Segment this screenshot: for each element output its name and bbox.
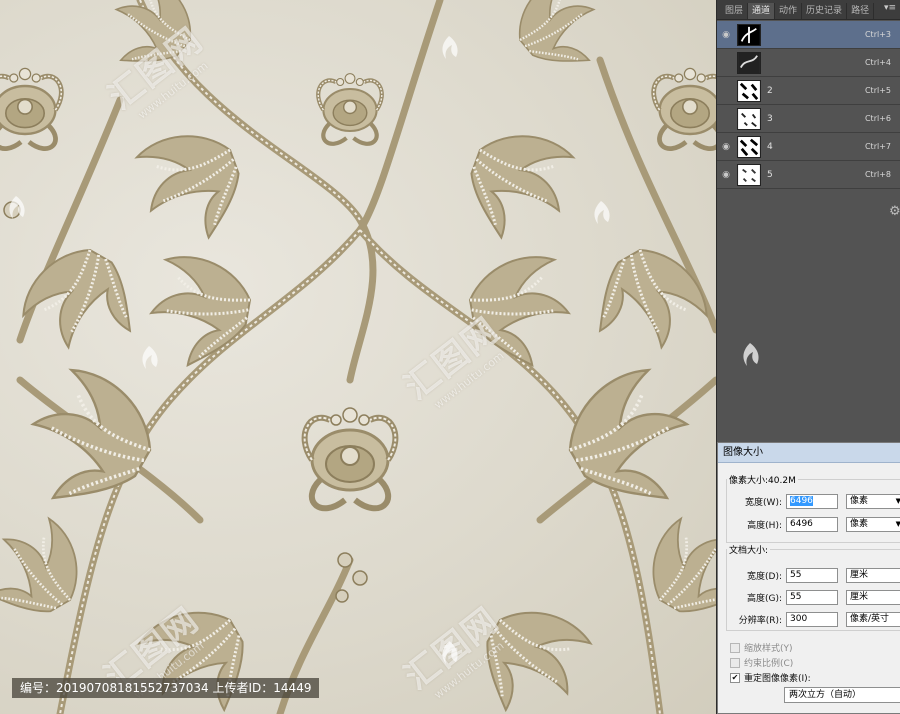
doc-width-row: 宽度(D): 55 厘米 xyxy=(726,567,900,583)
pixel-height-row: 高度(H): 6496 像素 ▼ xyxy=(726,516,900,532)
tab-actions[interactable]: 动作 xyxy=(775,3,803,19)
channel-row[interactable]: ◉ Ctrl+3 xyxy=(717,21,900,49)
doc-height-input[interactable]: 55 xyxy=(786,589,838,605)
channel-thumbnail xyxy=(737,79,761,102)
damask-pattern xyxy=(0,0,716,714)
channel-shortcut: Ctrl+7 xyxy=(864,142,891,151)
channel-shortcut: Ctrl+8 xyxy=(864,170,891,179)
doc-width-input[interactable]: 55 xyxy=(786,567,838,583)
channel-shortcut: Ctrl+4 xyxy=(864,58,891,67)
channel-row[interactable]: Ctrl+4 xyxy=(717,49,900,77)
constrain-proportions-checkbox[interactable]: 约束比例(C) xyxy=(730,656,793,669)
panel-tabs: 图层 通道 动作 历史记录 路径 ▾≡ xyxy=(717,0,900,20)
pixel-width-row: 宽度(W): 6496 像素 ▼ xyxy=(726,493,900,509)
channel-name: 5 xyxy=(767,169,773,180)
eye-icon[interactable]: ◉ xyxy=(717,170,735,180)
eye-icon[interactable]: ◉ xyxy=(717,30,735,40)
channel-thumbnail xyxy=(737,23,761,46)
channel-shortcut: Ctrl+3 xyxy=(864,30,891,39)
doc-height-row: 高度(G): 55 厘米 xyxy=(726,589,900,605)
resample-label: 重定图像像素(I): xyxy=(744,674,811,684)
pixel-height-unit-select[interactable]: 像素 ▼ xyxy=(846,516,900,532)
watermark-logo-icon xyxy=(594,201,610,224)
pixel-width-label: 宽度(W): xyxy=(745,497,782,508)
tab-paths[interactable]: 路径 xyxy=(847,3,875,19)
scale-styles-label: 缩放样式(Y) xyxy=(744,644,793,654)
resolution-input[interactable]: 300 xyxy=(786,611,838,627)
channel-thumbnail xyxy=(737,107,761,130)
panel-menu-icon[interactable]: ▾≡ xyxy=(884,3,896,13)
doc-width-unit-select[interactable]: 厘米 xyxy=(846,567,900,583)
pixel-width-unit-select[interactable]: 像素 ▼ xyxy=(846,493,900,509)
pixel-height-input[interactable]: 6496 xyxy=(786,516,838,532)
channel-shortcut: Ctrl+5 xyxy=(864,86,891,95)
channel-row[interactable]: ◉ 5 Ctrl+8 xyxy=(717,161,900,189)
channel-thumbnail xyxy=(737,135,761,158)
tab-channels[interactable]: 通道 xyxy=(748,3,776,19)
checkbox-box[interactable] xyxy=(730,657,740,668)
doc-width-label: 宽度(D): xyxy=(747,571,782,582)
pixel-dimensions-label: 像素大小:40.2M xyxy=(729,476,796,486)
image-canvas[interactable]: 汇图网 www.huitu.com 汇图网 www.huitu.com 汇图网 www… xyxy=(0,0,716,714)
pixel-height-label: 高度(H): xyxy=(747,520,782,531)
channel-row[interactable]: ◉ 4 Ctrl+7 xyxy=(717,133,900,161)
watermark-logo-icon xyxy=(442,36,458,59)
checkmark-icon[interactable]: ✔ xyxy=(730,672,740,683)
eye-icon[interactable]: ◉ xyxy=(717,142,735,152)
doc-height-label: 高度(G): xyxy=(746,593,782,604)
channel-row[interactable]: 3 Ctrl+6 xyxy=(717,105,900,133)
chevron-down-icon: ▼ xyxy=(895,496,900,505)
doc-height-unit-select[interactable]: 厘米 xyxy=(846,589,900,605)
tab-layers[interactable]: 图层 xyxy=(721,3,749,19)
image-caption: 编号：20190708181552737034 上传者ID：14449 xyxy=(12,678,320,698)
dialog-title: 图像大小 xyxy=(718,443,900,463)
settings-icon[interactable]: ⚙ xyxy=(889,204,900,219)
resolution-row: 分辨率(R): 300 像素/英寸 xyxy=(726,611,900,627)
watermark-logo-icon xyxy=(442,641,458,664)
checkbox-box[interactable] xyxy=(730,642,740,653)
constrain-proportions-label: 约束比例(C) xyxy=(744,659,794,669)
image-size-dialog: 图像大小 像素大小:40.2M 宽度(W): 6496 像素 ▼ 高度(H): 6… xyxy=(717,442,900,714)
watermark-logo-icon xyxy=(743,343,759,366)
channel-shortcut: Ctrl+6 xyxy=(864,114,891,123)
watermark-logo-icon xyxy=(9,196,25,219)
channel-name: 4 xyxy=(767,141,773,152)
watermark-logo-icon xyxy=(142,346,158,369)
document-size-label: 文档大小: xyxy=(729,546,769,556)
pixel-width-input[interactable]: 6496 xyxy=(786,493,838,509)
channel-row[interactable]: 2 Ctrl+5 xyxy=(717,77,900,105)
resample-checkbox[interactable]: ✔ 重定图像像素(I): xyxy=(730,671,811,684)
tab-history[interactable]: 历史记录 xyxy=(802,3,848,19)
channel-name: 3 xyxy=(767,113,773,124)
chevron-down-icon: ▼ xyxy=(895,519,900,528)
channel-thumbnail xyxy=(737,163,761,186)
resolution-label: 分辨率(R): xyxy=(738,615,782,626)
resample-method-select[interactable]: 两次立方（自动） xyxy=(784,687,900,703)
channel-name: 2 xyxy=(767,85,773,96)
channel-thumbnail xyxy=(737,51,761,74)
resolution-unit-select[interactable]: 像素/英寸 xyxy=(846,611,900,627)
scale-styles-checkbox[interactable]: 缩放样式(Y) xyxy=(730,641,793,654)
